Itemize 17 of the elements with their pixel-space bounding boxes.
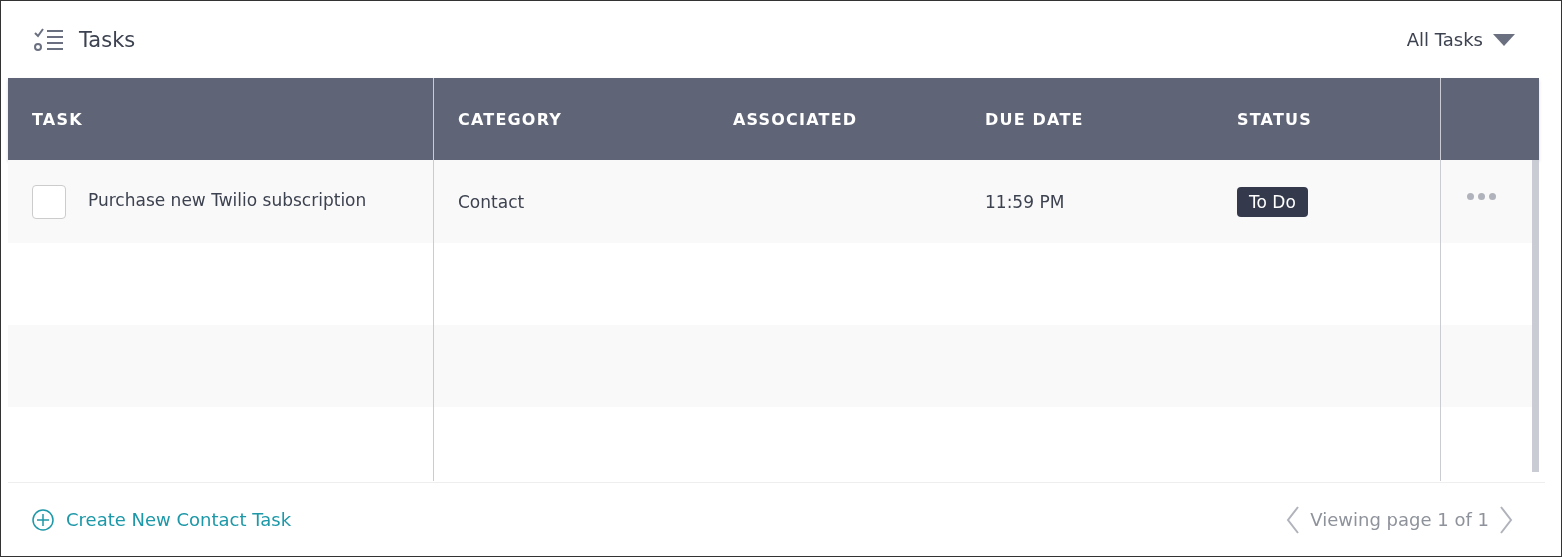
category-text: Contact	[458, 191, 525, 212]
task-checkbox[interactable]	[32, 184, 66, 219]
plus-circle-icon	[32, 508, 54, 531]
column-header: DUE DATE	[984, 108, 1085, 131]
caret-icon	[1493, 33, 1515, 46]
next-page-icon[interactable]	[1499, 505, 1513, 534]
previous-page-icon[interactable]	[1286, 505, 1301, 534]
pagination-text: Viewing page 1 of 1	[1310, 509, 1489, 530]
task-name: Purchase new Twilio subscription	[88, 189, 367, 210]
filter-dropdown[interactable]: All Tasks	[1406, 29, 1515, 50]
column-header: CATEGORY	[457, 108, 564, 131]
status-tag: To Do	[1237, 186, 1308, 217]
scrollbar[interactable]	[1532, 160, 1539, 472]
checklist-icon	[33, 26, 65, 53]
due-time: 11:59 PM	[985, 191, 1065, 212]
panel-title: Tasks	[79, 27, 136, 52]
column-header: ASSOCIATED	[732, 108, 859, 131]
